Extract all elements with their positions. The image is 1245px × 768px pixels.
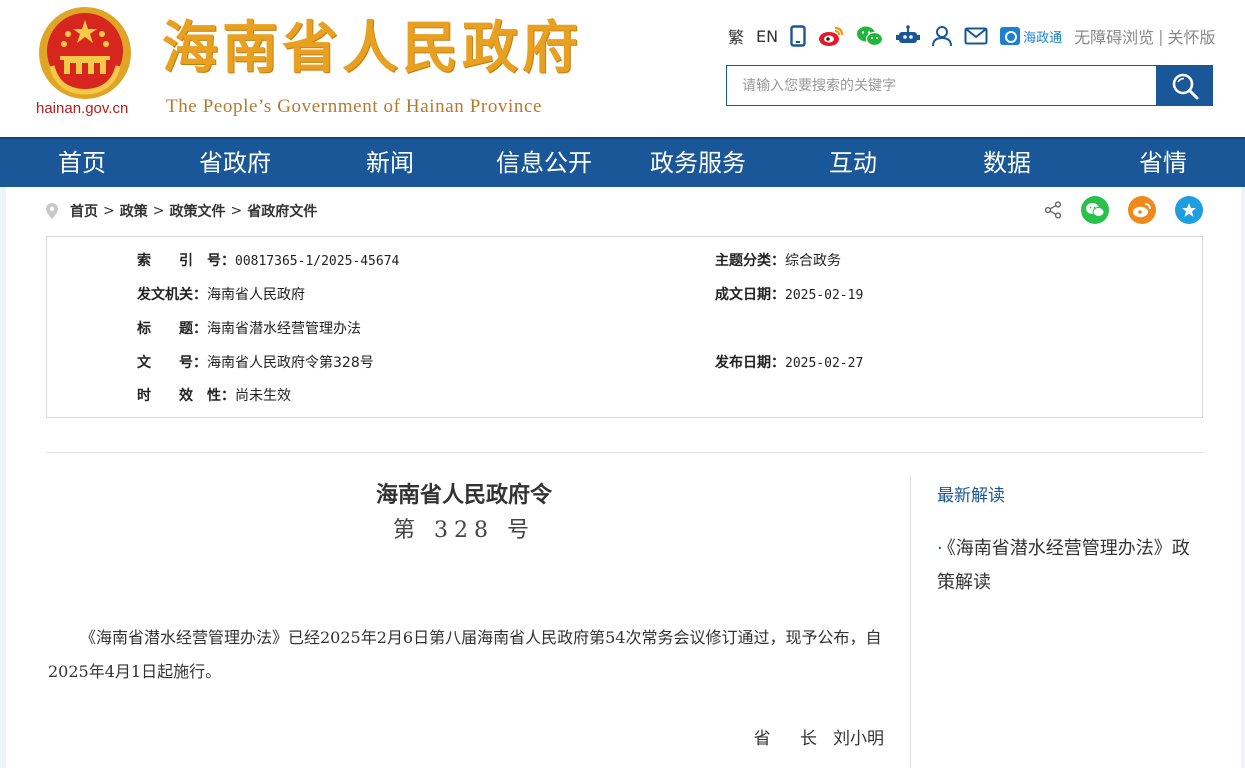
elderly-mode-link[interactable]: 关怀版 — [1168, 24, 1216, 48]
hzt-icon — [1000, 27, 1021, 45]
breadcrumb-separator: > — [230, 203, 243, 219]
site-domain[interactable]: hainan.gov.cn — [36, 100, 128, 117]
meta-index-value: 00817365-1/2025-45674 — [235, 254, 400, 269]
meta-date-written: 成文日期：2025-02-19 — [715, 284, 863, 304]
document-body: 《海南省潜水经营管理办法》已经2025年2月6日第八届海南省人民政府第54次常务… — [48, 628, 882, 681]
user-icon[interactable] — [932, 25, 953, 47]
column-divider — [910, 475, 911, 768]
meta-doc-number-label: 文 号： — [137, 355, 207, 371]
sidebar-item-label: 《海南省潜水经营管理办法》政策解读 — [937, 538, 1190, 593]
location-pin-icon — [46, 203, 58, 219]
meta-index-label: 索 引 号： — [137, 253, 235, 269]
english-link[interactable]: EN — [756, 27, 778, 46]
meta-doc-number: 文 号：海南省人民政府令第328号 — [137, 352, 374, 372]
meta-date-written-label: 成文日期： — [715, 287, 785, 303]
nav-item-province-info[interactable]: 省情 — [1139, 139, 1187, 187]
traditional-chinese-link[interactable]: 繁 — [728, 24, 744, 48]
meta-date-written-value: 2025-02-19 — [785, 288, 864, 303]
document-metadata: 索 引 号：00817365-1/2025-45674 主题分类：综合政务 发文… — [46, 236, 1203, 418]
main-content: 首页 > 政策 > 政策文件 > 省政府文件 索 引 号：00817365-1/… — [6, 187, 1241, 768]
robot-icon[interactable] — [896, 25, 921, 47]
nav-item-government[interactable]: 省政府 — [199, 139, 271, 187]
share-wechat-icon[interactable] — [1081, 196, 1109, 224]
meta-doc-number-value: 海南省人民政府令第328号 — [207, 355, 374, 371]
nav-item-info-disclosure[interactable]: 信息公开 — [496, 139, 592, 187]
document-signature: 省 长刘小明 — [606, 724, 884, 749]
nav-item-services[interactable]: 政务服务 — [650, 139, 746, 187]
meta-title: 标 题：海南省潜水经营管理办法 — [137, 318, 361, 338]
site-header: hainan.gov.cn 海南省人民政府 The People’s Gover… — [0, 0, 1245, 137]
accessible-browse-link[interactable]: 无障碍浏览 — [1074, 24, 1154, 48]
national-emblem-icon[interactable] — [38, 6, 132, 100]
breadcrumb-separator: > — [152, 203, 165, 219]
search-bar — [726, 65, 1213, 106]
meta-issuer-value: 海南省人民政府 — [207, 287, 305, 303]
link-separator: | — [1158, 26, 1164, 46]
accessibility-links: 无障碍浏览 | 关怀版 — [1074, 24, 1215, 48]
hzt-label: 海政通 — [1023, 30, 1063, 46]
meta-issuer: 发文机关：海南省人民政府 — [137, 284, 305, 304]
share-weibo-icon[interactable] — [1128, 196, 1156, 224]
sidebar-title: 最新解读 — [937, 486, 1005, 506]
meta-title-label: 标 题： — [137, 321, 207, 337]
breadcrumb-home[interactable]: 首页 — [70, 201, 98, 221]
section-divider — [46, 452, 1203, 453]
nav-item-home[interactable]: 首页 — [58, 139, 106, 187]
meta-issuer-label: 发文机关： — [137, 287, 207, 303]
breadcrumb-separator: > — [103, 203, 115, 219]
meta-title-value: 海南省潜水经营管理办法 — [207, 321, 361, 337]
weibo-icon[interactable] — [818, 25, 844, 47]
nav-item-data[interactable]: 数据 — [983, 139, 1031, 187]
breadcrumb: 首页 > 政策 > 政策文件 > 省政府文件 — [46, 201, 317, 221]
top-links: 繁 EN 海政通 无障碍浏览 | 关怀版 — [728, 22, 1216, 50]
meta-publish-date-value: 2025-02-27 — [785, 356, 864, 371]
share-favorite-icon[interactable] — [1175, 196, 1203, 224]
document-title: 海南省人民政府令 — [375, 482, 552, 508]
mobile-icon[interactable] — [790, 25, 806, 47]
meta-index: 索 引 号：00817365-1/2025-45674 — [137, 250, 399, 270]
sidebar-interpretation-link[interactable]: · 《海南省潜水经营管理办法》政策解读 — [937, 532, 1207, 600]
meta-validity-value: 尚未生效 — [235, 388, 291, 404]
meta-validity: 时 效 性：尚未生效 — [137, 385, 291, 405]
document-number: 第 328 号 — [393, 518, 535, 543]
breadcrumb-provincial-documents[interactable]: 省政府文件 — [247, 201, 317, 221]
meta-topic-label: 主题分类： — [715, 253, 785, 269]
search-button[interactable] — [1156, 65, 1213, 106]
bullet-dot: · — [937, 538, 943, 559]
breadcrumb-policy[interactable]: 政策 — [120, 201, 148, 221]
meta-publish-date-label: 发布日期： — [715, 355, 785, 371]
meta-topic-value: 综合政务 — [785, 253, 841, 269]
wechat-icon[interactable] — [856, 25, 884, 47]
signature-label: 省 长 — [753, 729, 829, 749]
breadcrumb-policy-documents[interactable]: 政策文件 — [169, 201, 225, 221]
mail-icon[interactable] — [964, 27, 988, 45]
meta-topic: 主题分类：综合政务 — [715, 250, 841, 270]
site-subtitle: The People’s Government of Hainan Provin… — [166, 96, 543, 117]
main-nav: 首页 省政府 新闻 信息公开 政务服务 互动 数据 省情 — [0, 137, 1245, 187]
nav-item-news[interactable]: 新闻 — [366, 139, 414, 187]
hzt-link[interactable]: 海政通 — [1000, 27, 1062, 46]
search-icon — [1172, 73, 1198, 99]
nav-item-interaction[interactable]: 互动 — [829, 139, 877, 187]
signature-name: 刘小明 — [833, 729, 884, 749]
share-bar — [1044, 196, 1203, 224]
share-icon[interactable] — [1044, 201, 1062, 219]
meta-validity-label: 时 效 性： — [137, 388, 235, 404]
meta-publish-date: 发布日期：2025-02-27 — [715, 352, 863, 372]
site-title[interactable]: 海南省人民政府 — [162, 20, 582, 76]
search-input[interactable] — [726, 65, 1156, 106]
